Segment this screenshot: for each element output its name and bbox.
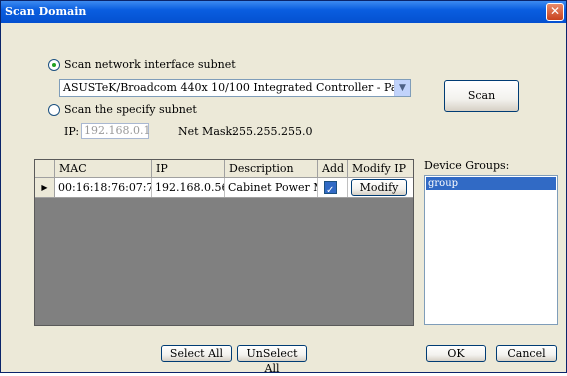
netmask-label: Net Mask:	[178, 125, 236, 138]
cancel-button[interactable]: Cancel	[496, 345, 557, 362]
title-bar: Scan Domain ✕	[1, 1, 566, 23]
interface-select[interactable]: ASUSTeK/Broadcom 440x 10/100 Integrated …	[59, 79, 411, 97]
unselect-all-button[interactable]: UnSelect All	[237, 345, 307, 375]
header-ip[interactable]: IP	[152, 160, 225, 178]
specify-subnet-radio-label: Scan the specify subnet	[64, 103, 197, 116]
table-row[interactable]: ▶ 00:16:18:76:07:71 192.168.0.56 Cabinet…	[35, 178, 413, 198]
ip-input[interactable]: 192.168.0.1	[81, 123, 150, 139]
specify-subnet-radio[interactable]	[48, 104, 60, 116]
list-item[interactable]: group	[426, 177, 556, 190]
header-modify-ip[interactable]: Modify IP	[348, 160, 413, 178]
window-title: Scan Domain	[5, 5, 87, 18]
header-mac[interactable]: MAC	[55, 160, 152, 178]
cell-mac[interactable]: 00:16:18:76:07:71	[55, 178, 152, 197]
cell-description[interactable]: Cabinet Power M...	[225, 178, 318, 197]
device-groups-label: Device Groups:	[424, 159, 510, 172]
ip-label: IP:	[64, 125, 80, 138]
cell-add: ✓	[318, 178, 348, 197]
scan-button[interactable]: Scan	[444, 80, 519, 112]
cell-ip[interactable]: 192.168.0.56	[152, 178, 225, 197]
header-row-selector	[35, 160, 55, 178]
row-pointer-icon: ▶	[35, 178, 55, 197]
close-icon[interactable]: ✕	[546, 3, 564, 21]
add-checkbox[interactable]: ✓	[324, 181, 337, 196]
header-description[interactable]: Description	[225, 160, 318, 178]
header-add[interactable]: Add	[318, 160, 348, 178]
netmask-value: 255.255.255.0	[232, 125, 313, 138]
subnet-radio-label: Scan network interface subnet	[64, 58, 236, 71]
subnet-radio[interactable]	[48, 59, 60, 71]
chevron-down-icon[interactable]: ▼	[394, 80, 410, 96]
check-icon: ✓	[326, 185, 335, 196]
device-grid: MAC IP Description Add Modify IP ▶ 00:16…	[34, 159, 414, 326]
cell-modify: Modify	[348, 178, 413, 197]
grid-header: MAC IP Description Add Modify IP	[35, 160, 413, 178]
interface-select-value: ASUSTeK/Broadcom 440x 10/100 Integrated …	[63, 81, 410, 94]
ok-button[interactable]: OK	[426, 345, 486, 362]
modify-button[interactable]: Modify	[351, 179, 407, 196]
scan-domain-dialog: Scan Domain ✕ Scan network interface sub…	[0, 0, 567, 375]
select-all-button[interactable]: Select All	[161, 345, 232, 362]
device-groups-list[interactable]: group	[424, 175, 558, 325]
